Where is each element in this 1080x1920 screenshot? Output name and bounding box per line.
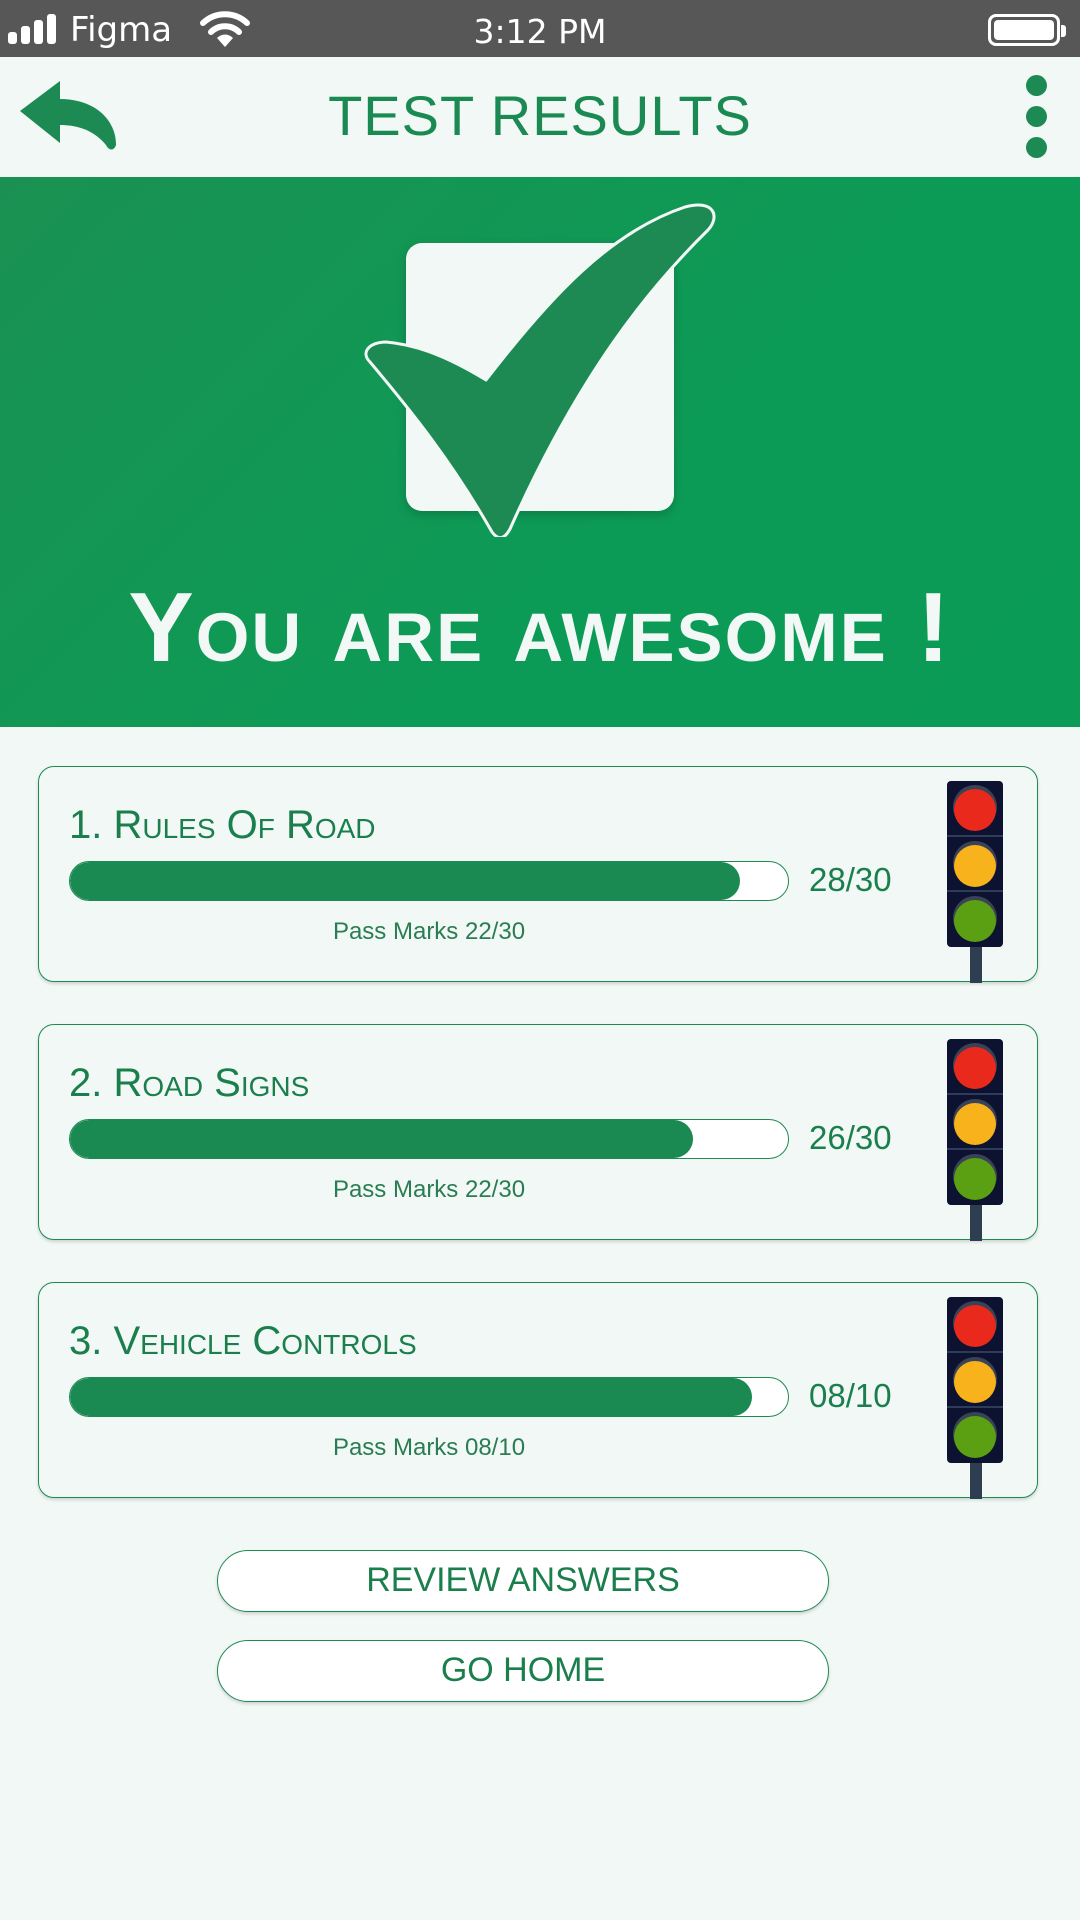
card-title: 3. Vehicle Controls: [69, 1319, 417, 1363]
pass-marks: Pass Marks 22/30: [332, 1176, 526, 1203]
traffic-light-icon: [947, 1297, 1003, 1499]
review-answers-button[interactable]: REVIEW ANSWERS: [217, 1550, 829, 1612]
traffic-light-icon: [947, 1039, 1003, 1241]
progress-bar: [69, 1119, 789, 1159]
app-header: TEST RESULTS: [0, 57, 1080, 177]
page-title: TEST RESULTS: [328, 84, 752, 147]
battery-icon: [988, 14, 1066, 46]
status-time: 3:12 PM: [473, 12, 607, 51]
result-card-road-signs: 2. Road Signs 26/30 Pass Marks 22/30: [38, 1024, 1038, 1241]
traffic-light-icon: [947, 781, 1003, 983]
hero-banner: You are awesome !: [0, 177, 1080, 727]
result-card-rules-of-road: 1. Rules Of Road 28/30 Pass Marks 22/30: [38, 766, 1038, 983]
pass-marks: Pass Marks 22/30: [332, 918, 526, 945]
more-vertical-icon[interactable]: [1018, 75, 1054, 163]
progress-bar: [69, 1377, 789, 1417]
progress-fill: [70, 1120, 693, 1158]
pass-marks: Pass Marks 08/10: [332, 1434, 526, 1461]
hero-message: You are awesome !: [128, 572, 952, 682]
checkmark-icon: [364, 203, 716, 537]
go-home-button[interactable]: GO HOME: [217, 1640, 829, 1702]
score: 28/30: [809, 861, 892, 898]
result-card-vehicle-controls: 3. Vehicle Controls 08/10 Pass Marks 08/…: [38, 1282, 1038, 1499]
score: 26/30: [809, 1119, 892, 1156]
progress-fill: [70, 1378, 753, 1416]
progress-fill: [70, 862, 740, 900]
card-title: 2. Road Signs: [69, 1061, 310, 1105]
card-title: 1. Rules Of Road: [69, 803, 376, 847]
status-bar: Figma 3:12 PM: [0, 0, 1080, 57]
score: 08/10: [809, 1377, 892, 1414]
progress-bar: [69, 861, 789, 901]
